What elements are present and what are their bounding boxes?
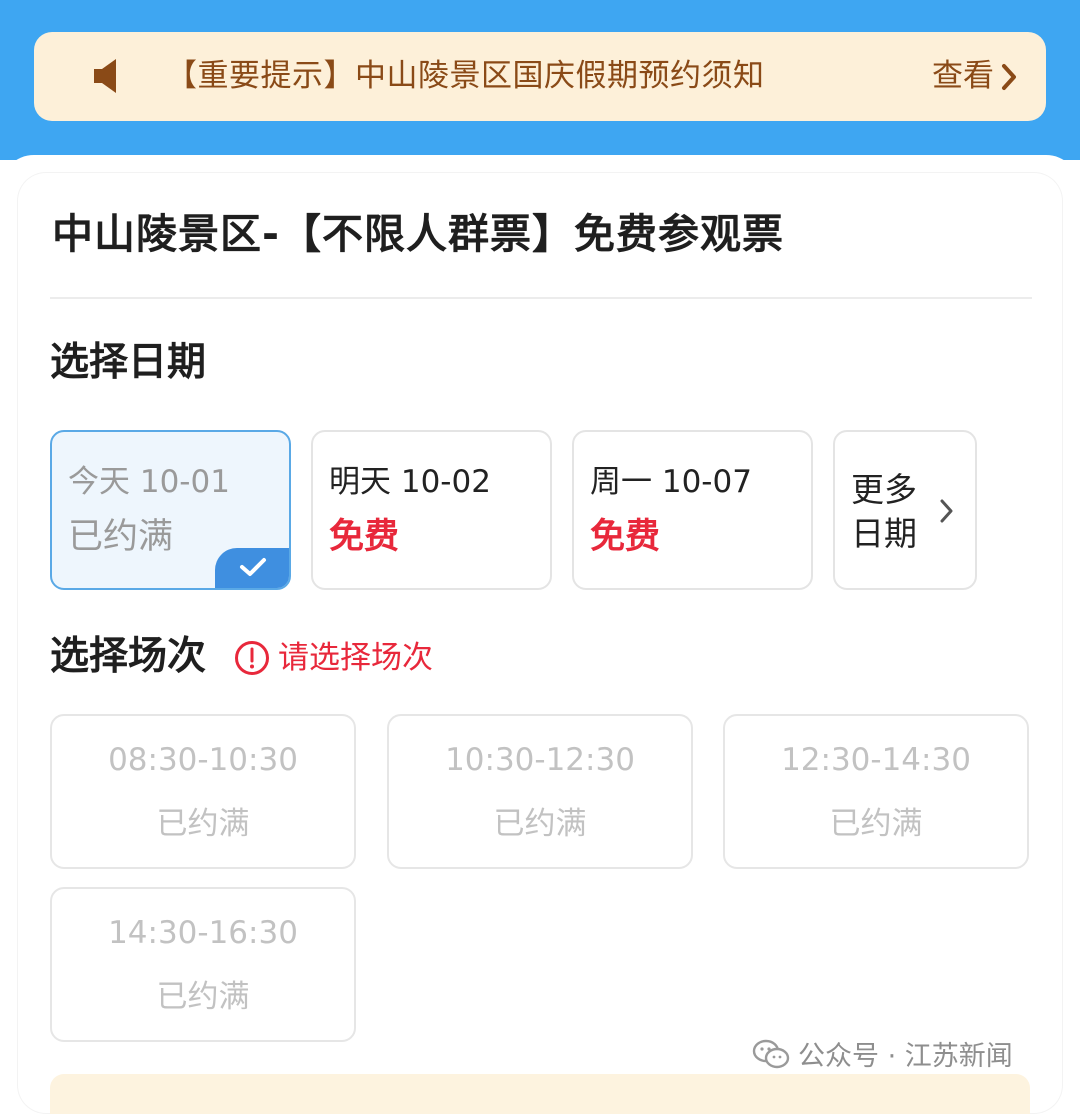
check-icon <box>240 558 266 576</box>
date-option-monday[interactable]: 周一 10-07 免费 <box>572 430 813 590</box>
date-label: 明天 10-02 <box>329 464 491 500</box>
date-price: 免费 <box>590 517 661 557</box>
session-warning-text: 请选择场次 <box>278 640 433 676</box>
more-dates-button[interactable]: 更多日期 <box>833 430 977 590</box>
session-slot[interactable]: 14:30-16:30 已约满 <box>50 887 356 1042</box>
bottom-notice-strip <box>50 1074 1030 1114</box>
chevron-right-icon <box>1002 63 1016 90</box>
more-dates-label: 更多日期 <box>851 470 917 553</box>
slot-time: 10:30-12:30 <box>445 742 635 778</box>
session-slot[interactable]: 08:30-10:30 已约满 <box>50 714 356 869</box>
date-label: 今天 10-01 <box>68 464 230 500</box>
date-section-label: 选择日期 <box>50 340 207 385</box>
slot-status: 已约满 <box>493 806 587 842</box>
session-slot[interactable]: 10:30-12:30 已约满 <box>387 714 693 869</box>
date-price: 免费 <box>329 517 400 557</box>
date-option-today[interactable]: 今天 10-01 已约满 <box>50 430 291 590</box>
session-slot[interactable]: 12:30-14:30 已约满 <box>723 714 1029 869</box>
session-warning: 请选择场次 <box>234 638 433 678</box>
date-status: 已约满 <box>68 517 174 557</box>
divider <box>50 297 1032 299</box>
slot-status: 已约满 <box>829 806 923 842</box>
slot-time: 12:30-14:30 <box>781 742 971 778</box>
notice-banner[interactable]: 【重要提示】中山陵景区国庆假期预约须知 查看 <box>34 32 1046 121</box>
slot-time: 14:30-16:30 <box>108 915 298 951</box>
alert-circle-icon <box>235 641 269 675</box>
date-label: 周一 10-07 <box>590 464 752 500</box>
speaker-icon <box>92 56 122 96</box>
notice-view-label: 查看 <box>932 58 994 94</box>
notice-view-link[interactable]: 查看 <box>932 32 1018 121</box>
date-option-tomorrow[interactable]: 明天 10-02 免费 <box>311 430 552 590</box>
chevron-right-icon <box>940 499 953 523</box>
watermark-text: 公众号 · 江苏新闻 <box>798 1041 1013 1072</box>
selected-check-badge <box>215 548 289 588</box>
wechat-icon <box>752 1039 790 1068</box>
ticket-title: 中山陵景区-【不限人群票】免费参观票 <box>52 210 785 258</box>
slot-time: 08:30-10:30 <box>108 742 298 778</box>
slot-status: 已约满 <box>156 806 250 842</box>
slot-status: 已约满 <box>156 979 250 1015</box>
watermark: 公众号 · 江苏新闻 <box>752 1034 1013 1073</box>
session-section-label: 选择场次 <box>50 634 207 679</box>
notice-text: 【重要提示】中山陵景区国庆假期预约须知 <box>166 58 765 94</box>
